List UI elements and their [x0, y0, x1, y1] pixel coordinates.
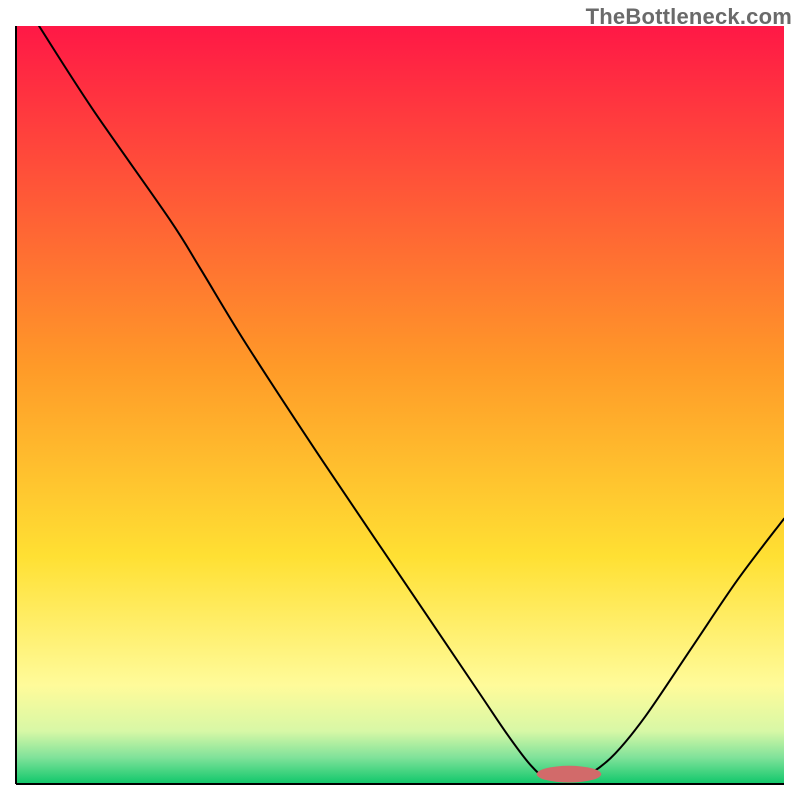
plot-gradient-background: [16, 26, 784, 784]
optimal-marker: [537, 766, 602, 783]
watermark-text: TheBottleneck.com: [586, 4, 792, 30]
chart-svg: [0, 0, 800, 800]
chart-container: TheBottleneck.com: [0, 0, 800, 800]
